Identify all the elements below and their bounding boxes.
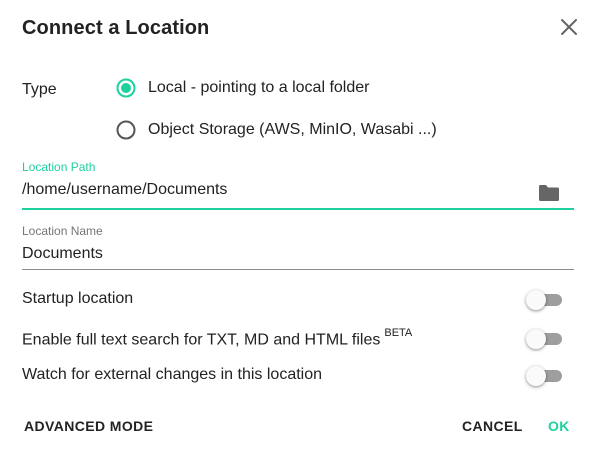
dialog-title: Connect a Location <box>22 17 210 39</box>
beta-badge: BETA <box>384 327 413 339</box>
switch-thumb <box>526 290 546 310</box>
location-path-field: Location Path <box>22 160 574 210</box>
toggle-row-startup: Startup location <box>22 285 574 313</box>
switch-thumb <box>526 366 546 386</box>
full-text-search-switch[interactable] <box>526 329 562 349</box>
radio-label-local: Local - pointing to a local folder <box>148 79 370 96</box>
location-path-input[interactable] <box>22 181 522 199</box>
watch-changes-switch[interactable] <box>526 366 562 386</box>
watch-changes-label: Watch for external changes in this locat… <box>22 366 323 383</box>
connect-location-dialog: Connect a Location Type Local - pointing… <box>0 0 596 450</box>
close-icon[interactable] <box>558 16 580 38</box>
toggle-row-full-text-search: Enable full text search for TXT, MD and … <box>22 324 574 352</box>
location-name-input[interactable] <box>22 245 522 263</box>
ok-button[interactable]: OK <box>548 418 570 434</box>
startup-location-switch[interactable] <box>526 290 562 310</box>
location-name-label: Location Name <box>22 224 103 238</box>
startup-location-label: Startup location <box>22 290 134 307</box>
radio-option-object-storage[interactable]: Object Storage (AWS, MinIO, Wasabi ...) <box>116 120 437 140</box>
toggle-row-watch-changes: Watch for external changes in this locat… <box>22 361 574 389</box>
advanced-mode-button[interactable]: ADVANCED MODE <box>24 418 153 434</box>
type-label: Type <box>22 81 57 98</box>
full-text-search-label: Enable full text search for TXT, MD and … <box>22 327 413 349</box>
folder-icon[interactable] <box>538 184 560 202</box>
location-name-field: Location Name <box>22 224 574 270</box>
cancel-button[interactable]: CANCEL <box>462 418 523 434</box>
switch-thumb <box>526 329 546 349</box>
radio-label-object-storage: Object Storage (AWS, MinIO, Wasabi ...) <box>148 121 437 138</box>
full-text-search-text: Enable full text search for TXT, MD and … <box>22 331 381 349</box>
radio-checked-icon[interactable] <box>116 78 136 98</box>
radio-unchecked-icon[interactable] <box>116 120 136 140</box>
location-path-label: Location Path <box>22 160 96 174</box>
radio-option-local[interactable]: Local - pointing to a local folder <box>116 78 369 98</box>
